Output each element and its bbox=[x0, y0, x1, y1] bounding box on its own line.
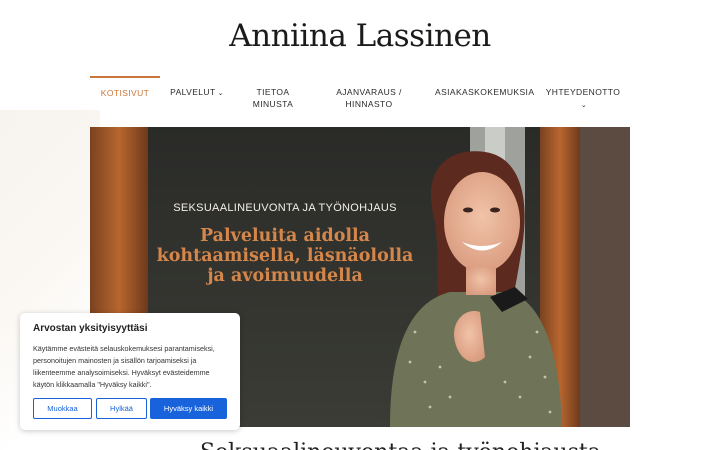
cookie-text: Käytämme evästeitä selauskokemuksesi par… bbox=[33, 344, 215, 389]
hero-title-line: ja avoimuudella bbox=[207, 266, 363, 286]
cookie-title: Arvostan yksityisyyttäsi bbox=[33, 323, 148, 334]
nav-label: TIETOA MINUSTA bbox=[252, 87, 294, 109]
nav-item-palvelut[interactable]: PALVELUT ⌄ bbox=[166, 76, 228, 112]
cookie-consent-banner: Arvostan yksityisyyttäsi Käytämme eväste… bbox=[20, 313, 240, 430]
nav-label: ASIAKASKOKEMUKSIA bbox=[435, 87, 535, 97]
section-heading: Seksuaalineuvontaa ja työnohjausta bbox=[200, 440, 601, 450]
nav-label: YHTEYDENOTTO bbox=[545, 87, 621, 97]
hero-subtitle: SEKSUAALINEUVONTA JA TYÖNOHJAUS bbox=[173, 202, 397, 214]
nav-label: AJANVARAUS / HINNASTO bbox=[336, 87, 402, 109]
site-logo[interactable]: Anniina Lassinen bbox=[0, 18, 720, 54]
chevron-down-icon: ⌄ bbox=[217, 90, 224, 97]
nav-item-yhteydenotto[interactable]: YHTEYDENOTTO ⌄ bbox=[545, 76, 621, 112]
reject-button[interactable]: Hylkää bbox=[96, 398, 147, 419]
nav-item-tietoa-minusta[interactable]: TIETOA MINUSTA bbox=[245, 76, 301, 112]
nav-item-kotisivut[interactable]: KOTISIVUT bbox=[90, 76, 160, 112]
accept-all-button[interactable]: Hyväksy kaikki bbox=[150, 398, 227, 419]
nav-item-ajanvaraus[interactable]: AJANVARAUS / HINNASTO bbox=[330, 76, 408, 112]
nav-label: KOTISIVUT bbox=[100, 88, 150, 98]
hero-title-line: kohtaamisella, läsnäololla bbox=[156, 246, 414, 266]
customize-button[interactable]: Muokkaa bbox=[33, 398, 92, 419]
nav-label: PALVELUT bbox=[170, 87, 216, 97]
nav-item-asiakaskokemuksia[interactable]: ASIAKASKOKEMUKSIA bbox=[435, 76, 534, 112]
main-navigation: KOTISIVUT PALVELUT ⌄ TIETOA MINUSTA AJANV… bbox=[90, 76, 630, 116]
cookie-buttons: Muokkaa Hylkää Hyväksy kaikki bbox=[33, 398, 227, 419]
hero-title-line: Palveluita aidolla bbox=[199, 226, 371, 246]
chevron-down-icon: ⌄ bbox=[580, 102, 588, 109]
hero-title: Palveluita aidolla kohtaamisella, läsnäo… bbox=[90, 226, 480, 286]
